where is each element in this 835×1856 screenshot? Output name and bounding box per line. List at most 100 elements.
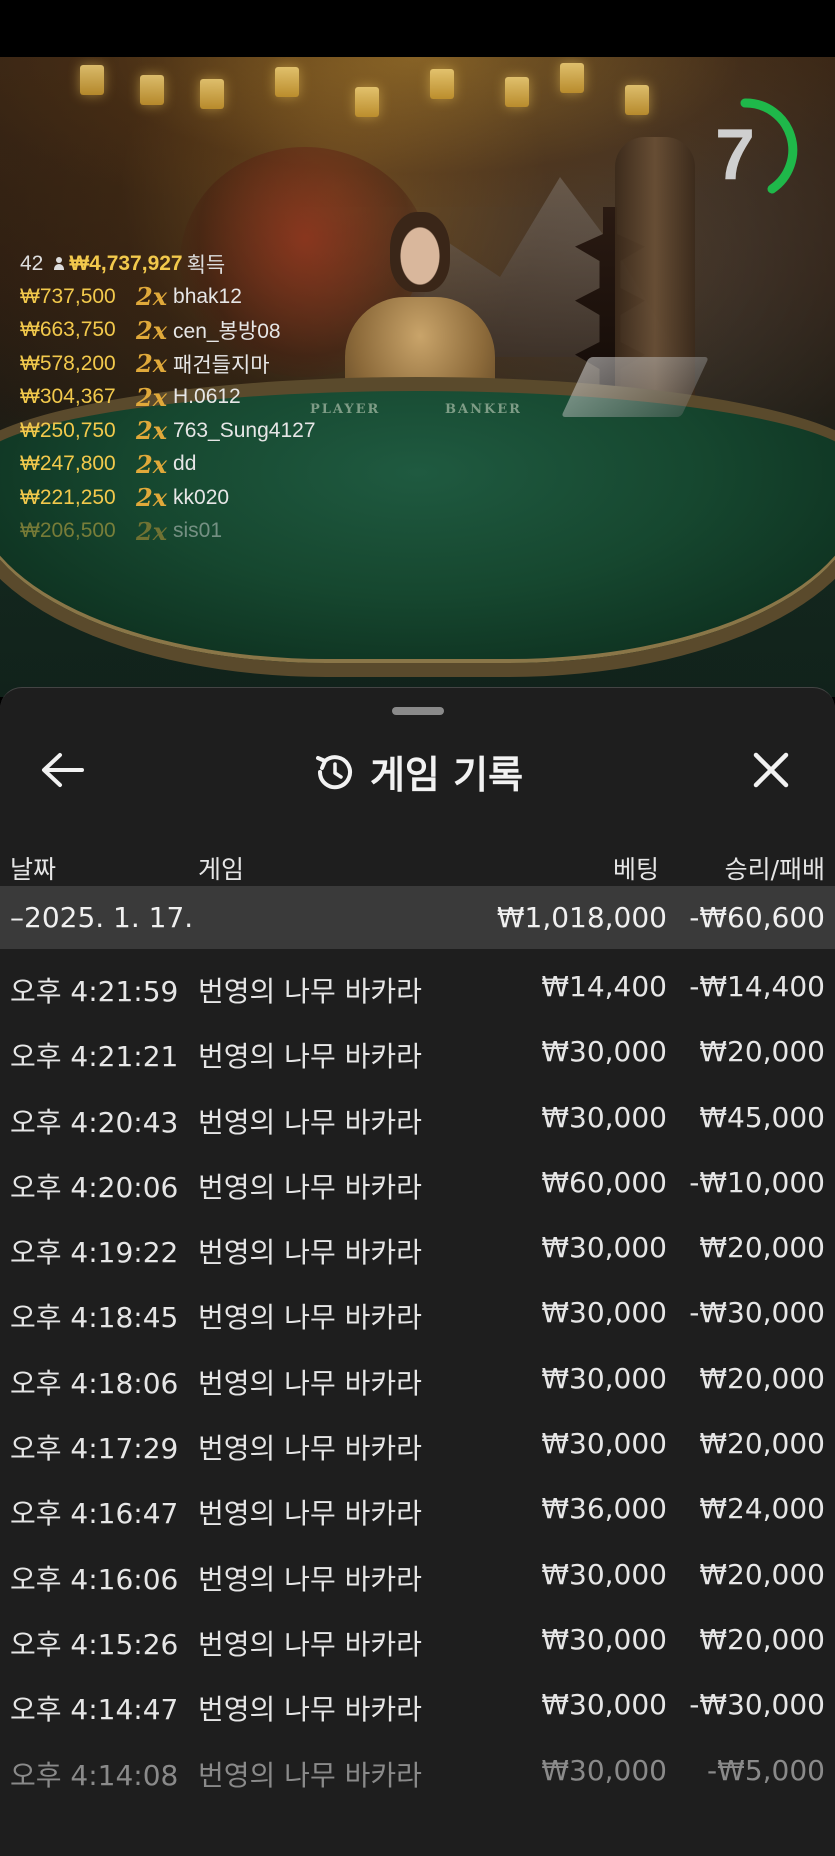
winner-row: ₩206,500 2x sis01	[20, 515, 340, 549]
row-time: 오후 4:16:47	[10, 1497, 179, 1531]
lantern-decoration	[140, 75, 164, 105]
row-bet: ₩30,000	[541, 1231, 667, 1265]
lantern-decoration	[505, 77, 529, 107]
row-bet: ₩30,000	[541, 1361, 667, 1395]
row-time: 오후 4:19:22	[10, 1236, 179, 1270]
winner-row: ₩250,750 2x 763_Sung4127	[20, 414, 340, 448]
winner-multiplier: 2x	[136, 416, 168, 446]
status-bar	[0, 0, 835, 57]
winners-total: ₩4,737,927	[69, 252, 183, 275]
sheet-title-group: 게임 기록	[0, 744, 835, 799]
sheet-title: 게임 기록	[369, 753, 524, 797]
history-row[interactable]: 오후 4:16:06 번영의 나무 바카라 ₩30,000 ₩20,000	[0, 1543, 835, 1608]
history-row[interactable]: 오후 4:21:21 번영의 나무 바카라 ₩30,000 ₩20,000	[0, 1020, 835, 1085]
lantern-decoration	[200, 79, 224, 109]
winner-amount: ₩578,200	[20, 351, 116, 375]
row-game: 번영의 나무 바카라	[198, 1562, 422, 1596]
history-row[interactable]: 오후 4:15:26 번영의 나무 바카라 ₩30,000 ₩20,000	[0, 1608, 835, 1673]
history-icon	[315, 754, 352, 789]
lantern-decoration	[560, 63, 584, 93]
row-bet: ₩30,000	[541, 1622, 667, 1656]
winner-name: 패건들지마	[173, 353, 270, 377]
date-group-bet: ₩1,018,000	[496, 901, 667, 934]
row-bet: ₩30,000	[541, 1557, 667, 1591]
winner-amount: ₩221,250	[20, 485, 116, 509]
row-result: ₩20,000	[699, 1622, 825, 1656]
row-bet: ₩30,000	[541, 1100, 667, 1134]
column-date: 날짜	[10, 855, 57, 884]
sheet-header: 게임 기록	[0, 730, 835, 810]
row-bet: ₩60,000	[541, 1165, 667, 1199]
column-result: 승리/패배	[724, 855, 825, 884]
row-time: 오후 4:16:06	[10, 1562, 179, 1596]
winner-amount: ₩304,367	[20, 385, 116, 409]
row-game: 번영의 나무 바카라	[198, 975, 422, 1008]
winners-count: 42	[20, 252, 44, 275]
winner-name: cen_봉방08	[173, 320, 281, 344]
winner-amount: ₩737,500	[20, 284, 116, 308]
drag-handle[interactable]	[392, 707, 444, 715]
winner-name: sis01	[173, 519, 223, 543]
row-result: ₩20,000	[699, 1557, 825, 1591]
history-row[interactable]: 오후 4:17:29 번영의 나무 바카라 ₩30,000 ₩20,000	[0, 1412, 835, 1477]
row-result: ₩45,000	[699, 1100, 825, 1134]
winner-multiplier: 2x	[136, 449, 168, 479]
row-result: -₩30,000	[689, 1688, 825, 1722]
history-row[interactable]: 오후 4:18:06 번영의 나무 바카라 ₩30,000 ₩20,000	[0, 1347, 835, 1412]
row-bet: ₩30,000	[541, 1427, 667, 1461]
row-time: 오후 4:18:45	[10, 1301, 179, 1335]
row-result: -₩30,000	[689, 1296, 825, 1330]
row-game: 번영의 나무 바카라	[198, 1693, 422, 1727]
row-time: 오후 4:14:08	[10, 1758, 179, 1792]
history-list: 오후 4:21:59 번영의 나무 바카라 ₩14,400 -₩14,400 오후 4:…	[0, 955, 835, 1804]
history-row[interactable]: 오후 4:14:08 번영의 나무 바카라 ₩30,000 -₩5,000	[0, 1739, 835, 1804]
column-bet: 베팅	[612, 855, 659, 884]
history-row[interactable]: 오후 4:14:47 번영의 나무 바카라 ₩30,000 -₩30,000	[0, 1673, 835, 1738]
row-time: 오후 4:15:26	[10, 1627, 179, 1661]
winner-multiplier: 2x	[136, 516, 168, 546]
lantern-decoration	[355, 87, 379, 117]
row-game: 번영의 나무 바카라	[198, 1301, 422, 1335]
history-row[interactable]: 오후 4:20:06 번영의 나무 바카라 ₩60,000 -₩10,000	[0, 1151, 835, 1216]
history-row[interactable]: 오후 4:18:45 번영의 나무 바카라 ₩30,000 -₩30,000	[0, 1281, 835, 1346]
row-result: ₩20,000	[699, 1361, 825, 1395]
row-game: 번영의 나무 바카라	[198, 1170, 422, 1204]
history-row[interactable]: 오후 4:21:59 번영의 나무 바카라 ₩14,400 -₩14,400	[0, 955, 835, 1020]
history-row[interactable]: 오후 4:16:47 번영의 나무 바카라 ₩36,000 ₩24,000	[0, 1477, 835, 1542]
winner-amount: ₩250,750	[20, 418, 116, 442]
countdown-number: 7	[714, 115, 756, 195]
date-group-label: –2025. 1. 17.	[10, 901, 194, 934]
winner-name: bhak12	[173, 284, 242, 308]
lantern-decoration	[430, 69, 454, 99]
winner-multiplier: 2x	[136, 483, 168, 513]
winner-multiplier: 2x	[136, 282, 168, 312]
game-history-sheet: 게임 기록 날짜 게임 베팅 승리/패배 –2025. 1. 17. ₩1,01…	[0, 687, 835, 1856]
date-group-row[interactable]: –2025. 1. 17. ₩1,018,000 -₩60,600	[0, 886, 835, 949]
row-game: 번영의 나무 바카라	[198, 1236, 422, 1270]
winner-amount: ₩206,500	[20, 519, 116, 543]
lantern-decoration	[625, 85, 649, 115]
row-result: ₩20,000	[699, 1035, 825, 1069]
row-game: 번영의 나무 바카라	[198, 1758, 422, 1792]
row-time: 오후 4:21:21	[10, 1040, 179, 1074]
row-game: 번영의 나무 바카라	[198, 1105, 422, 1139]
winner-row: ₩663,750 2x cen_봉방08	[20, 314, 340, 348]
winner-name: 763_Sung4127	[173, 418, 316, 442]
winner-row: ₩221,250 2x kk020	[20, 481, 340, 515]
row-time: 오후 4:14:47	[10, 1693, 179, 1727]
row-time: 오후 4:17:29	[10, 1432, 179, 1466]
history-row[interactable]: 오후 4:20:43 번영의 나무 바카라 ₩30,000 ₩45,000	[0, 1086, 835, 1151]
row-game: 번영의 나무 바카라	[198, 1366, 422, 1400]
winner-multiplier: 2x	[136, 382, 168, 412]
row-bet: ₩30,000	[541, 1035, 667, 1069]
table-banker-label: BANKER	[445, 402, 522, 417]
row-result: ₩20,000	[699, 1231, 825, 1265]
row-game: 번영의 나무 바카라	[198, 1627, 422, 1661]
history-row[interactable]: 오후 4:19:22 번영의 나무 바카라 ₩30,000 ₩20,000	[0, 1216, 835, 1281]
close-icon	[753, 752, 789, 788]
winners-summary: 42 ₩4,737,927 획득	[20, 248, 340, 280]
row-result: -₩14,400	[689, 970, 825, 1003]
close-button[interactable]	[748, 747, 794, 793]
row-bet: ₩30,000	[541, 1753, 667, 1787]
winners-list: 42 ₩4,737,927 획득 ₩737,500 2x bhak12 ₩663,75…	[20, 248, 340, 548]
